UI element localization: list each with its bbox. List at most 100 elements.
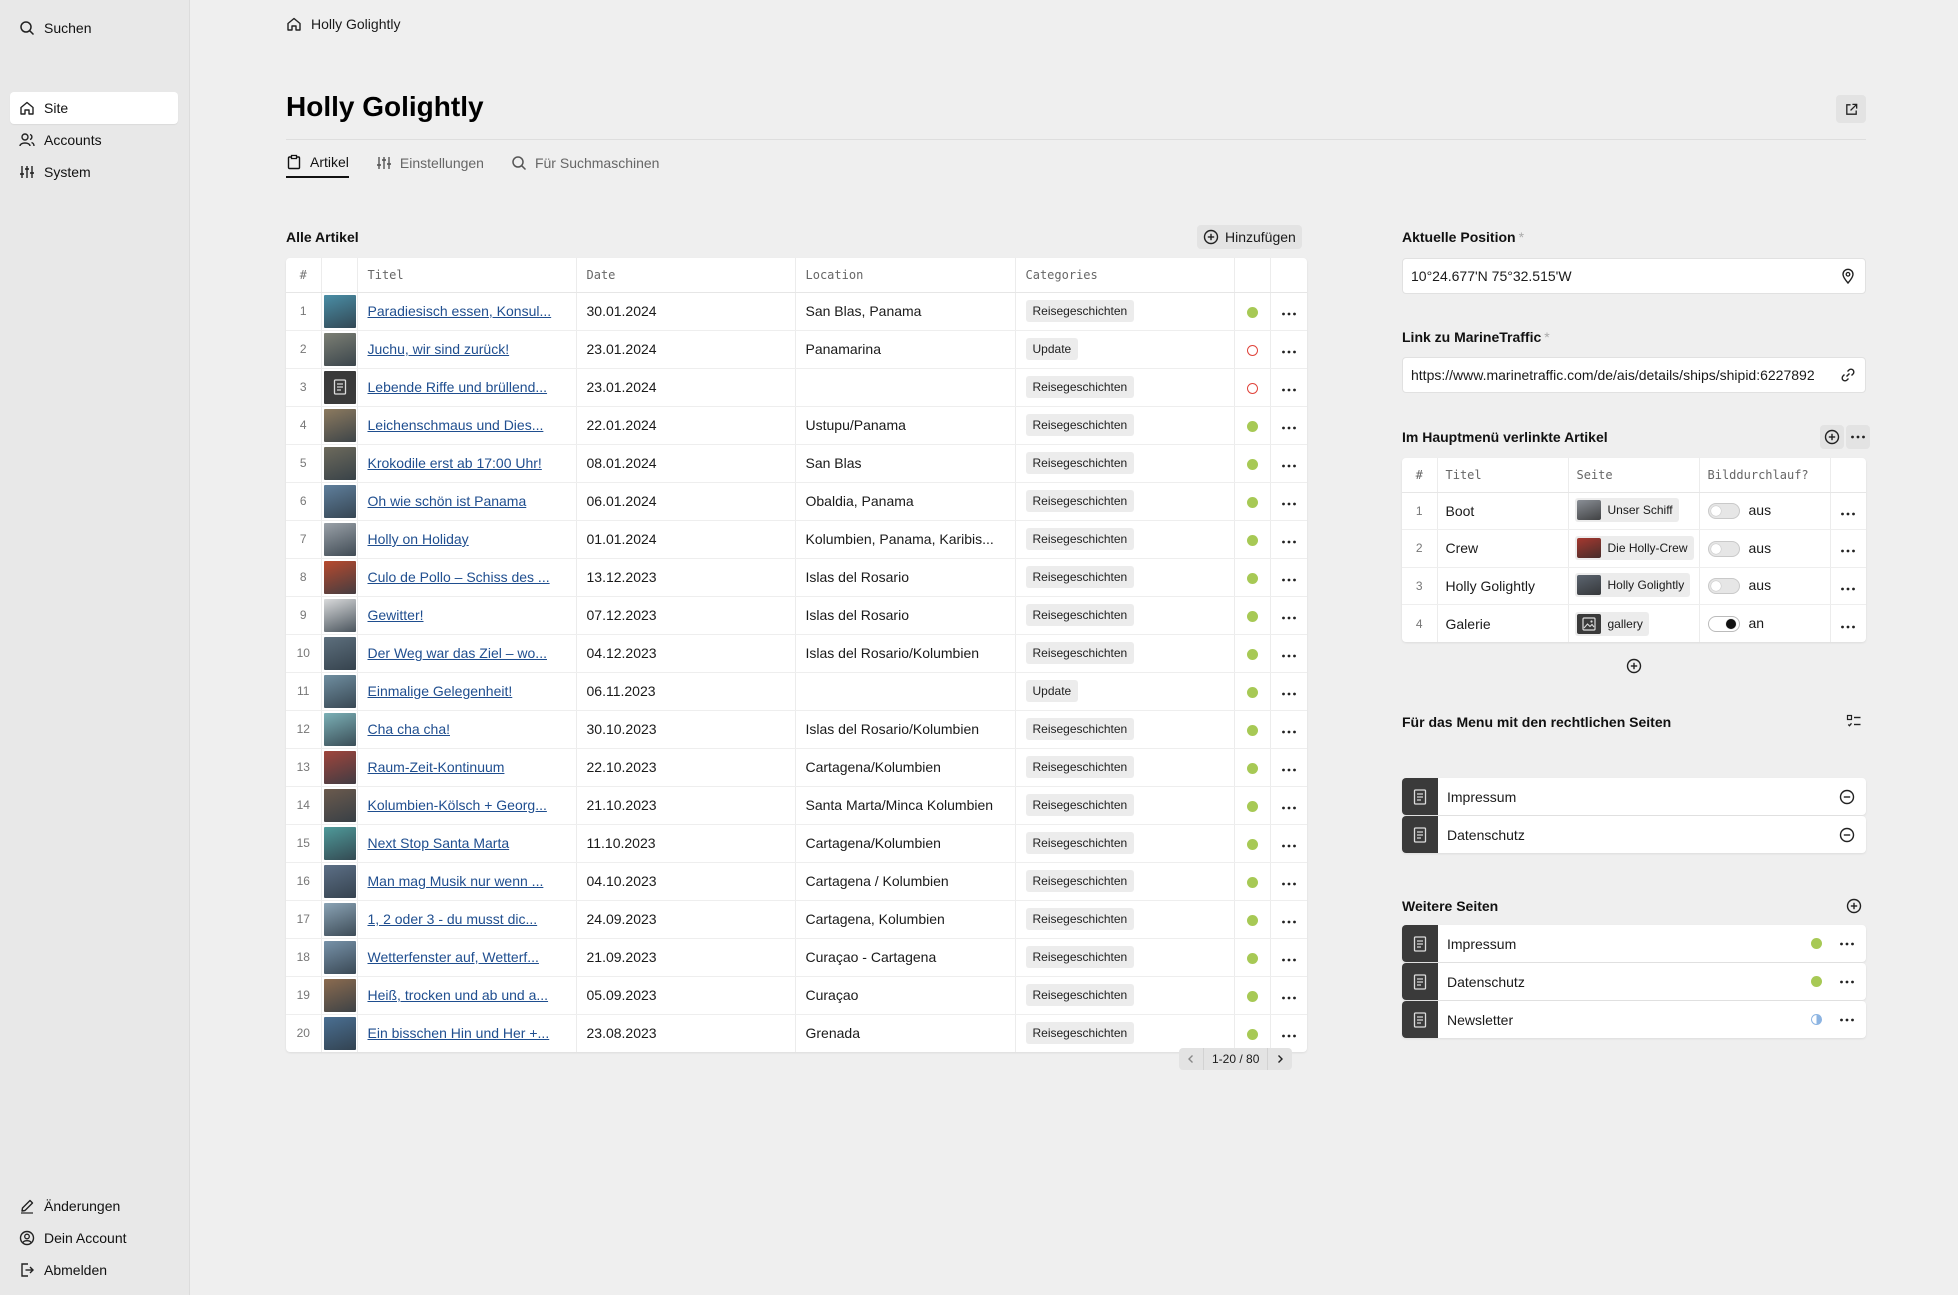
article-link[interactable]: Gewitter! [368, 607, 424, 623]
article-link[interactable]: Heiß, trocken und ab und a... [368, 987, 549, 1003]
title-cell[interactable]: Gewitter! [357, 596, 577, 635]
status-cell[interactable] [1804, 1014, 1828, 1025]
table-row[interactable]: 13 Raum-Zeit-Kontinuum 22.10.2023 Cartag… [286, 748, 1307, 787]
thumbnail-cell[interactable] [321, 406, 358, 445]
thumbnail-cell[interactable] [321, 368, 358, 407]
status-listed-icon[interactable] [1246, 572, 1258, 584]
title-cell[interactable]: Leichenschmaus und Dies... [357, 406, 577, 445]
row-options-button[interactable] [1270, 406, 1307, 445]
category-cell[interactable]: Reisegeschichten [1015, 748, 1235, 787]
table-row[interactable]: 16 Man mag Musik nur wenn ... 04.10.2023… [286, 862, 1307, 901]
title-cell[interactable]: Ein bisschen Hin und Her +... [357, 1014, 577, 1052]
thumbnail-cell[interactable] [321, 938, 358, 977]
title-cell[interactable]: Man mag Musik nur wenn ... [357, 862, 577, 901]
location-cell[interactable]: Kolumbien, Panama, Karibis... [795, 520, 1016, 559]
page-item[interactable]: Datenschutz [1402, 963, 1866, 1000]
row-options-button[interactable] [1830, 529, 1866, 568]
slideshow-cell[interactable]: aus [1699, 529, 1831, 568]
title-cell[interactable]: Next Stop Santa Marta [357, 824, 577, 863]
slideshow-toggle[interactable] [1707, 540, 1740, 557]
location-cell[interactable]: Curaçao - Cartagena [795, 938, 1016, 977]
location-cell[interactable]: Ustupu/Panama [795, 406, 1016, 445]
article-link[interactable]: Paradiesisch essen, Konsul... [368, 303, 552, 319]
row-options-button[interactable] [1830, 567, 1866, 605]
table-row[interactable]: 5 Krokodile erst ab 17:00 Uhr! 08.01.202… [286, 444, 1307, 483]
article-link[interactable]: 1, 2 oder 3 - du musst dic... [368, 911, 538, 927]
date-cell[interactable]: 30.10.2023 [576, 710, 796, 749]
location-cell[interactable]: Islas del Rosario/Kolumbien [795, 634, 1016, 673]
date-cell[interactable]: 23.01.2024 [576, 368, 796, 407]
title-cell[interactable]: Heiß, trocken und ab und a... [357, 976, 577, 1015]
page-options-button[interactable] [1828, 980, 1866, 984]
category-cell[interactable]: Reisegeschichten [1015, 482, 1235, 521]
date-cell[interactable]: 05.09.2023 [576, 976, 796, 1015]
page-item[interactable]: Newsletter [1402, 1001, 1866, 1038]
status-listed-icon[interactable] [1246, 306, 1258, 318]
category-cell[interactable]: Reisegeschichten [1015, 786, 1235, 825]
article-link[interactable]: Leichenschmaus und Dies... [368, 417, 544, 433]
title-cell[interactable]: Raum-Zeit-Kontinuum [357, 748, 577, 787]
table-row[interactable]: 4 Leichenschmaus und Dies... 22.01.2024 … [286, 406, 1307, 445]
article-link[interactable]: Raum-Zeit-Kontinuum [368, 759, 505, 775]
category-cell[interactable]: Update [1015, 672, 1235, 711]
thumbnail-cell[interactable] [321, 482, 358, 521]
status-listed-icon[interactable] [1246, 800, 1258, 812]
title-cell[interactable]: Culo de Pollo – Schiss des ... [357, 558, 577, 597]
page-chip[interactable]: Holly Golightly [1574, 573, 1691, 598]
date-cell[interactable]: 01.01.2024 [576, 520, 796, 559]
slideshow-cell[interactable]: aus [1699, 567, 1831, 605]
date-cell[interactable]: 06.01.2024 [576, 482, 796, 521]
date-cell[interactable]: 22.10.2023 [576, 748, 796, 787]
article-link[interactable]: Culo de Pollo – Schiss des ... [368, 569, 550, 585]
breadcrumb[interactable]: Holly Golightly [286, 16, 400, 32]
location-cell[interactable]: Panamarina [795, 330, 1016, 369]
status-cell[interactable] [1234, 710, 1271, 749]
article-link[interactable]: Juchu, wir sind zurück! [368, 341, 510, 357]
status-cell[interactable] [1234, 520, 1271, 559]
row-options-button[interactable] [1830, 605, 1866, 643]
category-cell[interactable]: Reisegeschichten [1015, 558, 1235, 597]
table-row[interactable]: 2 Crew Die Holly-Crew aus [1402, 529, 1866, 568]
thumbnail-cell[interactable] [321, 596, 358, 635]
status-listed-icon[interactable] [1810, 938, 1822, 949]
table-row[interactable]: 1 Boot Unser Schiff aus [1402, 492, 1866, 530]
article-link[interactable]: Oh wie schön ist Panama [368, 493, 527, 509]
table-row[interactable]: 15 Next Stop Santa Marta 11.10.2023 Cart… [286, 824, 1307, 863]
thumbnail-cell[interactable] [321, 862, 358, 901]
status-cell[interactable] [1234, 634, 1271, 673]
status-listed-icon[interactable] [1246, 990, 1258, 1002]
status-listed-icon[interactable] [1246, 648, 1258, 660]
location-cell[interactable]: Cartagena / Kolumbien [795, 862, 1016, 901]
status-listed-icon[interactable] [1246, 610, 1258, 622]
date-cell[interactable]: 21.10.2023 [576, 786, 796, 825]
status-cell[interactable] [1804, 976, 1828, 987]
tab-settings[interactable]: Einstellungen [376, 148, 484, 178]
category-cell[interactable]: Reisegeschichten [1015, 520, 1235, 559]
row-options-button[interactable] [1270, 1014, 1307, 1052]
status-cell[interactable] [1234, 444, 1271, 483]
status-cell[interactable] [1234, 1014, 1271, 1052]
status-listed-icon[interactable] [1246, 914, 1258, 926]
status-cell[interactable] [1234, 482, 1271, 521]
article-link[interactable]: Man mag Musik nur wenn ... [368, 873, 544, 889]
category-cell[interactable]: Reisegeschichten [1015, 938, 1235, 977]
thumbnail-cell[interactable] [321, 520, 358, 559]
title-cell[interactable]: Galerie [1437, 604, 1569, 642]
search-button[interactable]: Suchen [10, 12, 178, 44]
tab-seo[interactable]: Für Suchmaschinen [511, 148, 659, 178]
status-listed-icon[interactable] [1246, 838, 1258, 850]
legal-menu-select-button[interactable] [1842, 709, 1866, 733]
location-cell[interactable]: Islas del Rosario [795, 596, 1016, 635]
table-row[interactable]: 19 Heiß, trocken und ab und a... 05.09.2… [286, 976, 1307, 1015]
page-cell[interactable]: Holly Golightly [1568, 567, 1700, 605]
article-link[interactable]: Einmalige Gelegenheit! [368, 683, 513, 699]
article-link[interactable]: Krokodile erst ab 17:00 Uhr! [368, 455, 542, 471]
page-cell[interactable]: Unser Schiff [1568, 492, 1700, 530]
page-options-button[interactable] [1828, 942, 1866, 946]
thumbnail-cell[interactable] [321, 976, 358, 1015]
date-cell[interactable]: 08.01.2024 [576, 444, 796, 483]
table-row[interactable]: 12 Cha cha cha! 30.10.2023 Islas del Ros… [286, 710, 1307, 749]
legal-page-item[interactable]: Datenschutz [1402, 816, 1866, 853]
thumbnail-cell[interactable] [321, 1014, 358, 1052]
category-cell[interactable]: Reisegeschichten [1015, 824, 1235, 863]
